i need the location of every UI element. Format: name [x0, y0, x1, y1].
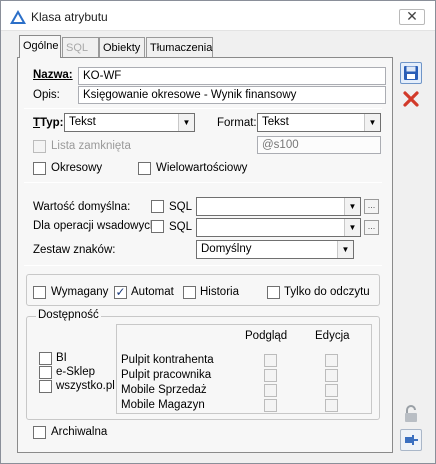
chevron-down-icon: ▼: [178, 114, 194, 131]
wartosc-domyslna-label: Wartość domyślna:: [33, 201, 131, 213]
lista-zamknieta-checkbox[interactable]: [33, 140, 46, 153]
automat-checkbox[interactable]: ✓: [114, 286, 127, 299]
podglad-checkbox[interactable]: [264, 384, 277, 397]
opis-label: Opis:: [33, 89, 60, 101]
dostepnosc-legend: Dostępność: [36, 309, 101, 321]
dialog-window: Klasa atrybutu ✕ Ogólne SQL Obiekty Tłum…: [0, 0, 436, 464]
automat-label: Automat: [131, 286, 174, 298]
wszystko-label: wszystko.pl: [56, 380, 115, 392]
wymagany-label: Wymagany: [51, 286, 109, 298]
wszystko-checkbox[interactable]: [39, 380, 52, 393]
nazwa-input[interactable]: KO-WF: [78, 67, 386, 85]
lock-button[interactable]: [400, 403, 422, 425]
grid-row-label: Pulpit pracownika: [121, 369, 212, 381]
esklep-label: e-Sklep: [56, 366, 95, 378]
podglad-checkbox[interactable]: [264, 399, 277, 412]
edycja-checkbox[interactable]: [325, 399, 338, 412]
save-button[interactable]: [400, 62, 422, 84]
zestaw-znakow-select[interactable]: Domyślny ▼: [196, 240, 354, 259]
separator: [24, 265, 382, 266]
tab-ogolne[interactable]: Ogólne: [19, 35, 61, 58]
separator: [24, 108, 382, 109]
tylko-do-odczytu-checkbox[interactable]: [267, 286, 280, 299]
bi-label: BI: [56, 352, 67, 364]
grid-row-label: Pulpit kontrahenta: [121, 354, 214, 366]
window-title: Klasa atrybutu: [31, 10, 108, 24]
edycja-header: Edycja: [315, 330, 350, 342]
chevron-down-icon: ▼: [364, 114, 380, 131]
edycja-checkbox[interactable]: [325, 354, 338, 367]
edycja-checkbox[interactable]: [325, 384, 338, 397]
tylko-do-odczytu-label: Tylko do odczytu: [284, 286, 370, 298]
nazwa-label: Nazwa:: [33, 69, 73, 81]
general-panel: Nazwa: KO-WF Opis: Księgowanie okresowe …: [17, 57, 393, 453]
archiwalna-label: Archiwalna: [51, 426, 108, 438]
format-select[interactable]: Tekst ▼: [257, 113, 381, 132]
tab-sql[interactable]: SQL: [62, 37, 99, 57]
esklep-checkbox[interactable]: [39, 366, 52, 379]
edycja-checkbox[interactable]: [325, 369, 338, 382]
pin-icon: [405, 435, 418, 445]
podglad-header: Podgląd: [245, 330, 288, 342]
podglad-checkbox[interactable]: [264, 354, 277, 367]
delete-button[interactable]: [400, 88, 422, 110]
wielowartosciowy-checkbox[interactable]: [138, 162, 151, 175]
bi-checkbox[interactable]: [39, 352, 52, 365]
tab-obiekty[interactable]: Obiekty: [99, 37, 145, 57]
wymagany-checkbox[interactable]: [33, 286, 46, 299]
default-value-browse-button[interactable]: ...: [364, 199, 379, 214]
podglad-checkbox[interactable]: [264, 369, 277, 382]
typ-select[interactable]: Tekst ▼: [64, 113, 195, 132]
delete-x-icon: [403, 91, 419, 107]
historia-label: Historia: [200, 286, 239, 298]
okresowy-label: Okresowy: [51, 162, 103, 174]
grid-row-label: Mobile Magazyn: [121, 399, 205, 411]
tab-tlumaczenia[interactable]: Tłumaczenia: [146, 37, 213, 57]
app-triangle-icon: [10, 10, 26, 24]
format-mask-input[interactable]: @s100: [257, 136, 381, 154]
grid-row-label: Mobile Sprzedaż: [121, 384, 207, 396]
save-icon: [404, 66, 418, 80]
opis-input[interactable]: Księgowanie okresowe - Wynik finansowy: [78, 86, 386, 104]
historia-checkbox[interactable]: [183, 286, 196, 299]
padlock-icon: [405, 405, 417, 422]
chevron-down-icon: ▼: [344, 198, 360, 215]
dla-operacji-wsadowych-label: Dla operacji wsadowych:: [33, 220, 160, 232]
wielowartosciowy-label: Wielowartościowy: [156, 162, 248, 174]
batch-value-select[interactable]: ▼: [196, 218, 361, 237]
archiwalna-checkbox[interactable]: [33, 426, 46, 439]
chevron-down-icon: ▼: [337, 241, 353, 258]
title-bar: Klasa atrybutu ✕: [1, 1, 435, 31]
sql-batch-label: SQL: [169, 221, 193, 233]
typ-label: TTyp:: [33, 117, 64, 129]
chevron-down-icon: ▼: [344, 219, 360, 236]
default-value-select[interactable]: ▼: [196, 197, 361, 216]
okresowy-checkbox[interactable]: [33, 162, 46, 175]
sql-default-checkbox[interactable]: [151, 200, 164, 213]
sql-default-label: SQL: [169, 201, 193, 213]
close-button[interactable]: ✕: [399, 9, 425, 25]
format-label: Format:: [217, 117, 257, 129]
zestaw-znakow-label: Zestaw znaków:: [33, 244, 116, 256]
lista-zamknieta-label: Lista zamknięta: [51, 140, 131, 152]
separator: [24, 182, 382, 183]
batch-value-browse-button[interactable]: ...: [364, 220, 379, 235]
sql-batch-checkbox[interactable]: [151, 220, 164, 233]
pin-button[interactable]: [400, 429, 422, 451]
